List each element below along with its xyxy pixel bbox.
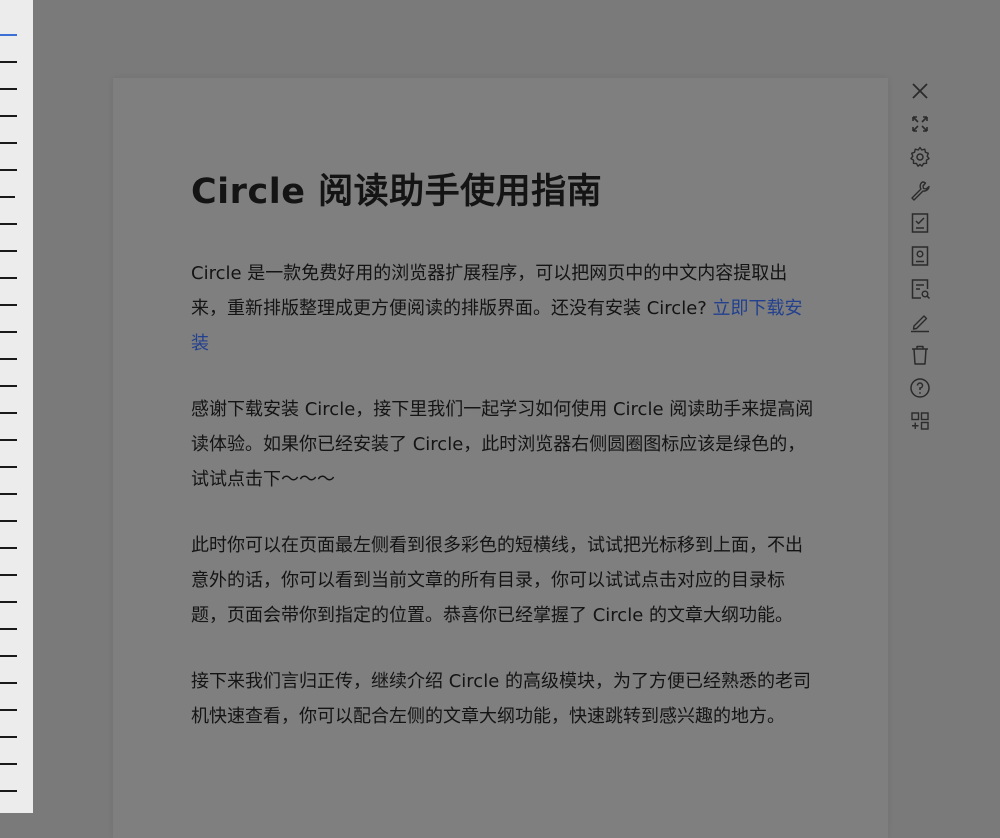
outline-dash[interactable] <box>0 790 17 792</box>
trash-icon <box>912 345 928 365</box>
outline-dash[interactable] <box>0 520 17 522</box>
search-document-icon <box>911 278 931 299</box>
outline-dash-active[interactable] <box>0 34 17 36</box>
checklist-icon <box>911 212 929 233</box>
outline-dash[interactable] <box>0 493 17 495</box>
outline-dash[interactable] <box>0 385 17 387</box>
outline-dash[interactable] <box>0 628 17 630</box>
outline-dash[interactable] <box>0 277 17 279</box>
outline-dash[interactable] <box>0 547 17 549</box>
search-document-button[interactable] <box>902 272 938 305</box>
article-paragraph: 此时你可以在页面最左侧看到很多彩色的短横线，试试把光标移到上面，不出意外的话，你… <box>191 535 803 626</box>
tools-button[interactable] <box>902 173 938 206</box>
article-body: Circle 阅读助手使用指南 Circle 是一款免费好用的浏览器扩展程序，可… <box>191 78 816 734</box>
outline-dash[interactable] <box>0 736 17 738</box>
outline-dash[interactable] <box>0 601 17 603</box>
delete-button[interactable] <box>902 338 938 371</box>
outline-rail[interactable] <box>0 0 33 813</box>
annotate-button[interactable] <box>902 305 938 338</box>
close-button[interactable] <box>902 74 938 107</box>
outline-dash[interactable] <box>0 304 17 306</box>
outline-dash[interactable] <box>0 439 17 441</box>
settings-icon <box>910 146 930 167</box>
outline-dash[interactable] <box>0 250 17 252</box>
outline-dash[interactable] <box>0 169 17 171</box>
outline-dash[interactable] <box>0 142 17 144</box>
article-paragraph: Circle 是一款免费好用的浏览器扩展程序，可以把网页中的中文内容提取出来，重… <box>191 256 816 361</box>
fullscreen-icon <box>912 115 928 132</box>
profile-card-icon <box>911 245 929 266</box>
settings-button[interactable] <box>902 140 938 173</box>
profile-button[interactable] <box>902 239 938 272</box>
apps-button[interactable] <box>902 404 938 437</box>
outline-dash[interactable] <box>0 574 17 576</box>
paragraph-text: Circle 是一款免费好用的浏览器扩展程序，可以把网页中的中文内容提取出来，重… <box>191 263 788 319</box>
outline-dash[interactable] <box>0 655 17 657</box>
outline-dash[interactable] <box>0 223 17 225</box>
outline-dash[interactable] <box>0 709 17 711</box>
outline-dash[interactable] <box>0 358 17 360</box>
help-icon <box>910 377 930 398</box>
wrench-icon <box>911 180 930 201</box>
outline-dash[interactable] <box>0 466 17 468</box>
article-paragraph: 感谢下载安装 Circle，接下里我们一起学习如何使用 Circle 阅读助手来… <box>191 399 814 490</box>
article-title: Circle 阅读助手使用指南 <box>191 172 603 212</box>
add-apps-icon <box>911 411 929 430</box>
outline-dash[interactable] <box>0 682 17 684</box>
close-icon <box>912 82 928 99</box>
outline-dash[interactable] <box>0 412 17 414</box>
outline-dash[interactable] <box>0 763 17 765</box>
reader-card: Circle 阅读助手使用指南 Circle 是一款免费好用的浏览器扩展程序，可… <box>113 78 888 838</box>
outline-dash[interactable] <box>0 196 15 198</box>
checklist-button[interactable] <box>902 206 938 239</box>
fullscreen-button[interactable] <box>902 107 938 140</box>
outline-dash[interactable] <box>0 331 17 333</box>
outline-dash[interactable] <box>0 61 17 63</box>
outline-dash[interactable] <box>0 115 17 117</box>
pen-icon <box>911 314 929 332</box>
article-paragraph: 接下来我们言归正传，继续介绍 Circle 的高级模块，为了方便已经熟悉的老司机… <box>191 671 811 727</box>
outline-dash[interactable] <box>0 88 17 90</box>
reader-toolbar <box>902 74 938 437</box>
help-button[interactable] <box>902 371 938 404</box>
